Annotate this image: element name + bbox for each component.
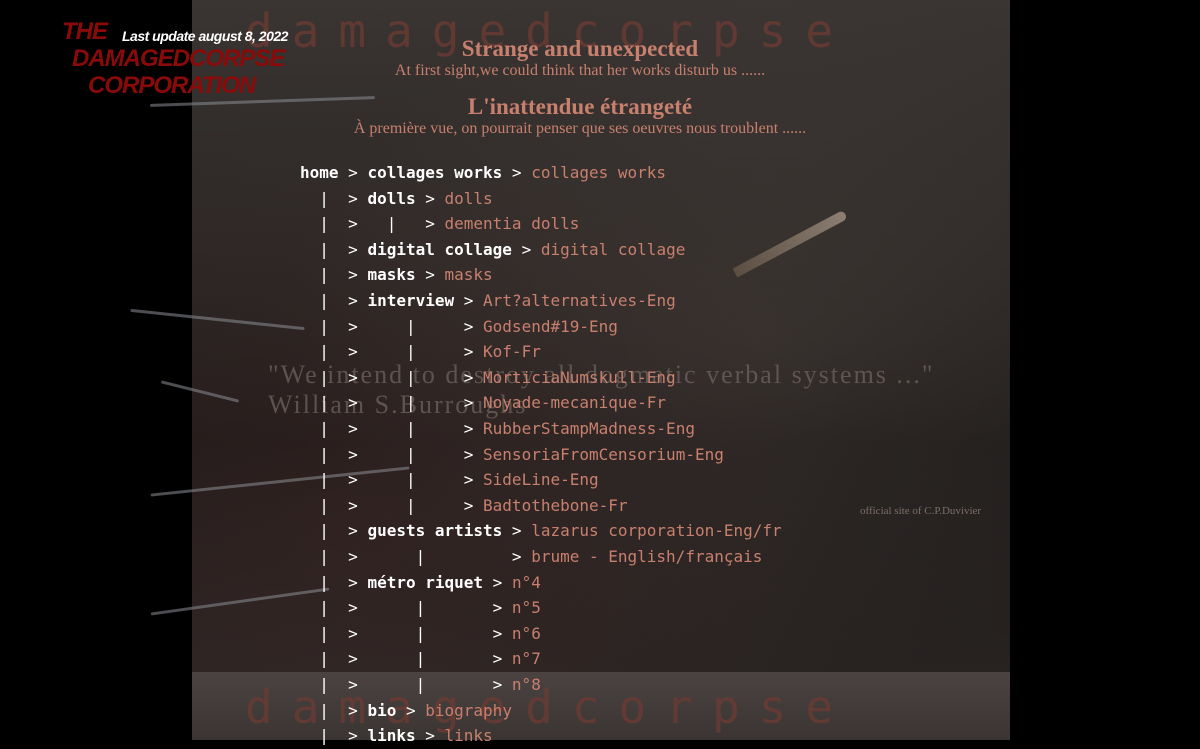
nav-section-label[interactable]: home bbox=[300, 163, 339, 182]
tree-separator: > bbox=[415, 188, 445, 208]
tree-separator: > bbox=[415, 726, 445, 746]
tree-separator: > bbox=[454, 291, 484, 310]
nav-link[interactable]: brume - English/français bbox=[531, 547, 762, 566]
nav-link[interactable]: lazarus corporation-Eng/fr bbox=[531, 521, 781, 540]
nav-section-label[interactable]: guests artists bbox=[367, 521, 502, 540]
nav-link[interactable]: RubberStampMadness-Eng bbox=[483, 419, 695, 438]
nav-row: | > | > Noyade-mecanique-Fr bbox=[300, 390, 666, 416]
tree-connector: | > bbox=[300, 291, 368, 310]
tree-connector: | > bbox=[300, 265, 368, 285]
nav-section-label[interactable]: masks bbox=[367, 265, 415, 284]
nav-link[interactable]: dolls bbox=[445, 189, 493, 208]
nav-row: | > digital collage > digital collage bbox=[300, 237, 685, 263]
nav-row: | > | > Godsend#19-Eng bbox=[300, 314, 618, 340]
tree-connector: | > | > bbox=[300, 598, 512, 618]
logo-line: DAMAGEDCORPSE bbox=[72, 45, 285, 72]
tree-connector: | > | > bbox=[300, 214, 445, 234]
tree-separator: > bbox=[415, 265, 445, 285]
nav-row: | > bio > biography bbox=[300, 698, 512, 724]
tree-connector: | > | > bbox=[300, 547, 532, 566]
tree-connector: | > | > bbox=[300, 623, 512, 643]
heading-subtitle: At first sight,we could think that her w… bbox=[394, 62, 766, 79]
nav-section-label[interactable]: bio bbox=[367, 701, 396, 720]
nav-row: | > dolls > dolls bbox=[300, 186, 493, 212]
nav-link[interactable]: biography bbox=[425, 701, 512, 720]
tree-connector: | > | > bbox=[300, 444, 484, 464]
tree-separator: > bbox=[396, 700, 426, 720]
nav-row: | > | > n°7 bbox=[300, 646, 541, 672]
tree-connector: | > bbox=[300, 726, 368, 746]
nav-row: | > | > dementia dolls bbox=[300, 211, 579, 237]
nav-link[interactable]: dementia dolls bbox=[445, 214, 580, 233]
heading-french: L'inattendue étrangeté À première vue, o… bbox=[280, 94, 880, 138]
tree-connector: | > | > bbox=[300, 342, 484, 362]
nav-link[interactable]: MorticiaNumskull-Eng bbox=[483, 368, 676, 387]
nav-link[interactable]: SideLine-Eng bbox=[483, 470, 599, 489]
nav-row: | > | > n°6 bbox=[300, 621, 541, 647]
tree-connector: | > bbox=[300, 700, 368, 720]
nav-row: | > | > n°8 bbox=[300, 672, 541, 698]
nav-link[interactable]: collages works bbox=[531, 163, 666, 182]
nav-section-label[interactable]: métro riquet bbox=[367, 573, 483, 592]
nav-link[interactable]: links bbox=[445, 726, 493, 745]
nav-link[interactable]: Art?alternatives-Eng bbox=[483, 291, 676, 310]
nav-section-label[interactable]: interview bbox=[367, 291, 454, 310]
nav-link[interactable]: n°4 bbox=[512, 573, 541, 592]
official-site-credit: official site of C.P.Duvivier bbox=[860, 505, 982, 517]
nav-row: | > | > n°5 bbox=[300, 595, 541, 621]
nav-row: | > métro riquet > n°4 bbox=[300, 570, 541, 596]
nav-link[interactable]: n°5 bbox=[512, 598, 541, 617]
nav-section-label[interactable]: dolls bbox=[367, 189, 415, 208]
tree-connector: | > | > bbox=[300, 419, 484, 438]
nav-section-label[interactable]: links bbox=[367, 726, 415, 745]
tree-connector: | > | > bbox=[300, 367, 484, 387]
tree-connector: | > bbox=[300, 572, 368, 592]
nav-row: | > | > MorticiaNumskull-Eng bbox=[300, 365, 676, 391]
tree-connector: | > bbox=[300, 521, 368, 541]
tree-connector: | > | > bbox=[300, 495, 484, 515]
tree-connector: | > bbox=[300, 239, 368, 259]
nav-link[interactable]: Kof-Fr bbox=[483, 342, 541, 361]
nav-row: | > | > Badtothebone-Fr bbox=[300, 493, 628, 519]
nav-row: | > guests artists > lazarus corporation… bbox=[300, 518, 781, 544]
nav-row: | > | > RubberStampMadness-Eng bbox=[300, 416, 695, 442]
nav-section-label[interactable]: digital collage bbox=[367, 240, 512, 259]
nav-row: | > interview > Art?alternatives-Eng bbox=[300, 288, 676, 314]
tree-separator: > bbox=[502, 521, 532, 541]
logo-line: CORPORATION bbox=[88, 72, 256, 99]
heading-title: L'inattendue étrangeté bbox=[467, 94, 693, 119]
tree-connector: | > | > bbox=[300, 649, 512, 669]
nav-link[interactable]: n°7 bbox=[512, 649, 541, 668]
nav-link[interactable]: n°8 bbox=[512, 675, 541, 694]
nav-link[interactable]: Godsend#19-Eng bbox=[483, 317, 618, 336]
last-update-text: Last update august 8, 2022 bbox=[122, 28, 288, 44]
nav-row: home > collages works > collages works bbox=[300, 160, 666, 186]
nav-link[interactable]: n°6 bbox=[512, 624, 541, 643]
nav-link[interactable]: masks bbox=[445, 265, 493, 284]
tree-separator: > bbox=[511, 239, 541, 259]
tree-connector: | > | > bbox=[300, 675, 512, 694]
tree-separator: > bbox=[502, 163, 532, 182]
tree-connector: | > bbox=[300, 188, 368, 208]
nav-link[interactable]: Badtothebone-Fr bbox=[483, 496, 628, 515]
nav-row: | > | > Kof-Fr bbox=[300, 339, 541, 365]
nav-section-label[interactable]: collages works bbox=[367, 163, 502, 182]
tree-separator: > bbox=[338, 163, 368, 182]
tree-connector: | > | > bbox=[300, 316, 484, 336]
heading-english: Strange and unexpected At first sight,we… bbox=[280, 36, 880, 80]
tree-separator: > bbox=[483, 572, 512, 592]
tree-connector: | > | > bbox=[300, 470, 484, 490]
heading-subtitle: À première vue, on pourrait penser que s… bbox=[353, 120, 807, 137]
nav-link[interactable]: digital collage bbox=[541, 240, 686, 259]
nav-row: | > links > links bbox=[300, 723, 493, 749]
nav-row: | > | > brume - English/français bbox=[300, 544, 762, 570]
nav-link[interactable]: SensoriaFromCensorium-Eng bbox=[483, 445, 724, 464]
nav-row: | > | > SensoriaFromCensorium-Eng bbox=[300, 442, 724, 468]
nav-link[interactable]: Noyade-mecanique-Fr bbox=[483, 393, 666, 412]
heading-title: Strange and unexpected bbox=[461, 36, 699, 61]
tree-connector: | > | > bbox=[300, 393, 484, 413]
nav-row: | > | > SideLine-Eng bbox=[300, 467, 599, 493]
nav-row: | > masks > masks bbox=[300, 262, 493, 288]
